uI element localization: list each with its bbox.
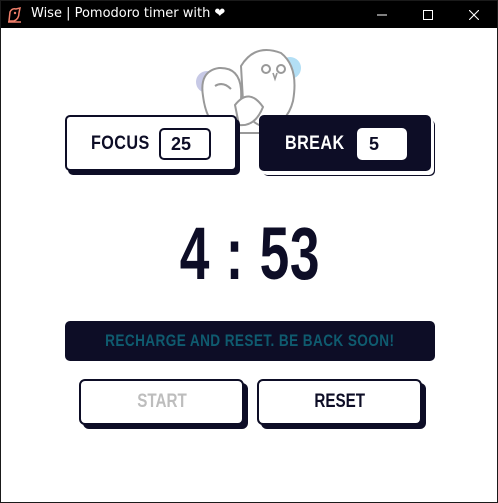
- start-button[interactable]: START: [79, 379, 244, 425]
- status-message-bar: RECHARGE AND RESET. BE BACK SOON!: [65, 321, 435, 361]
- start-button-label: START: [136, 391, 187, 412]
- window-title-text: Wise | Pomodoro timer with: [31, 6, 211, 21]
- break-label: BREAK: [285, 133, 345, 154]
- window-title: Wise | Pomodoro timer with ❤: [31, 6, 225, 22]
- maximize-button[interactable]: [405, 1, 451, 28]
- app-window: Wise | Pomodoro timer with ❤ FOCUS 25 BR…: [0, 0, 498, 503]
- close-button[interactable]: [451, 1, 497, 28]
- close-icon: [469, 9, 479, 20]
- minimize-button[interactable]: [359, 1, 405, 28]
- owl-icon: [6, 6, 24, 24]
- reset-button[interactable]: RESET: [257, 379, 422, 425]
- countdown-display: 4 : 53: [179, 212, 321, 295]
- break-minutes-input[interactable]: 5: [357, 128, 407, 160]
- title-bar[interactable]: Wise | Pomodoro timer with ❤: [1, 1, 497, 28]
- focus-mode-card[interactable]: FOCUS 25: [65, 115, 237, 171]
- focus-label: FOCUS: [91, 133, 150, 154]
- reset-button-label: RESET: [314, 391, 365, 412]
- break-mode-card[interactable]: BREAK 5: [259, 115, 431, 171]
- maximize-icon: [423, 9, 433, 20]
- minimize-icon: [377, 14, 387, 15]
- focus-minutes-input[interactable]: 25: [159, 128, 211, 160]
- heart-icon: ❤: [214, 6, 226, 21]
- status-message: RECHARGE AND RESET. BE BACK SOON!: [105, 331, 395, 350]
